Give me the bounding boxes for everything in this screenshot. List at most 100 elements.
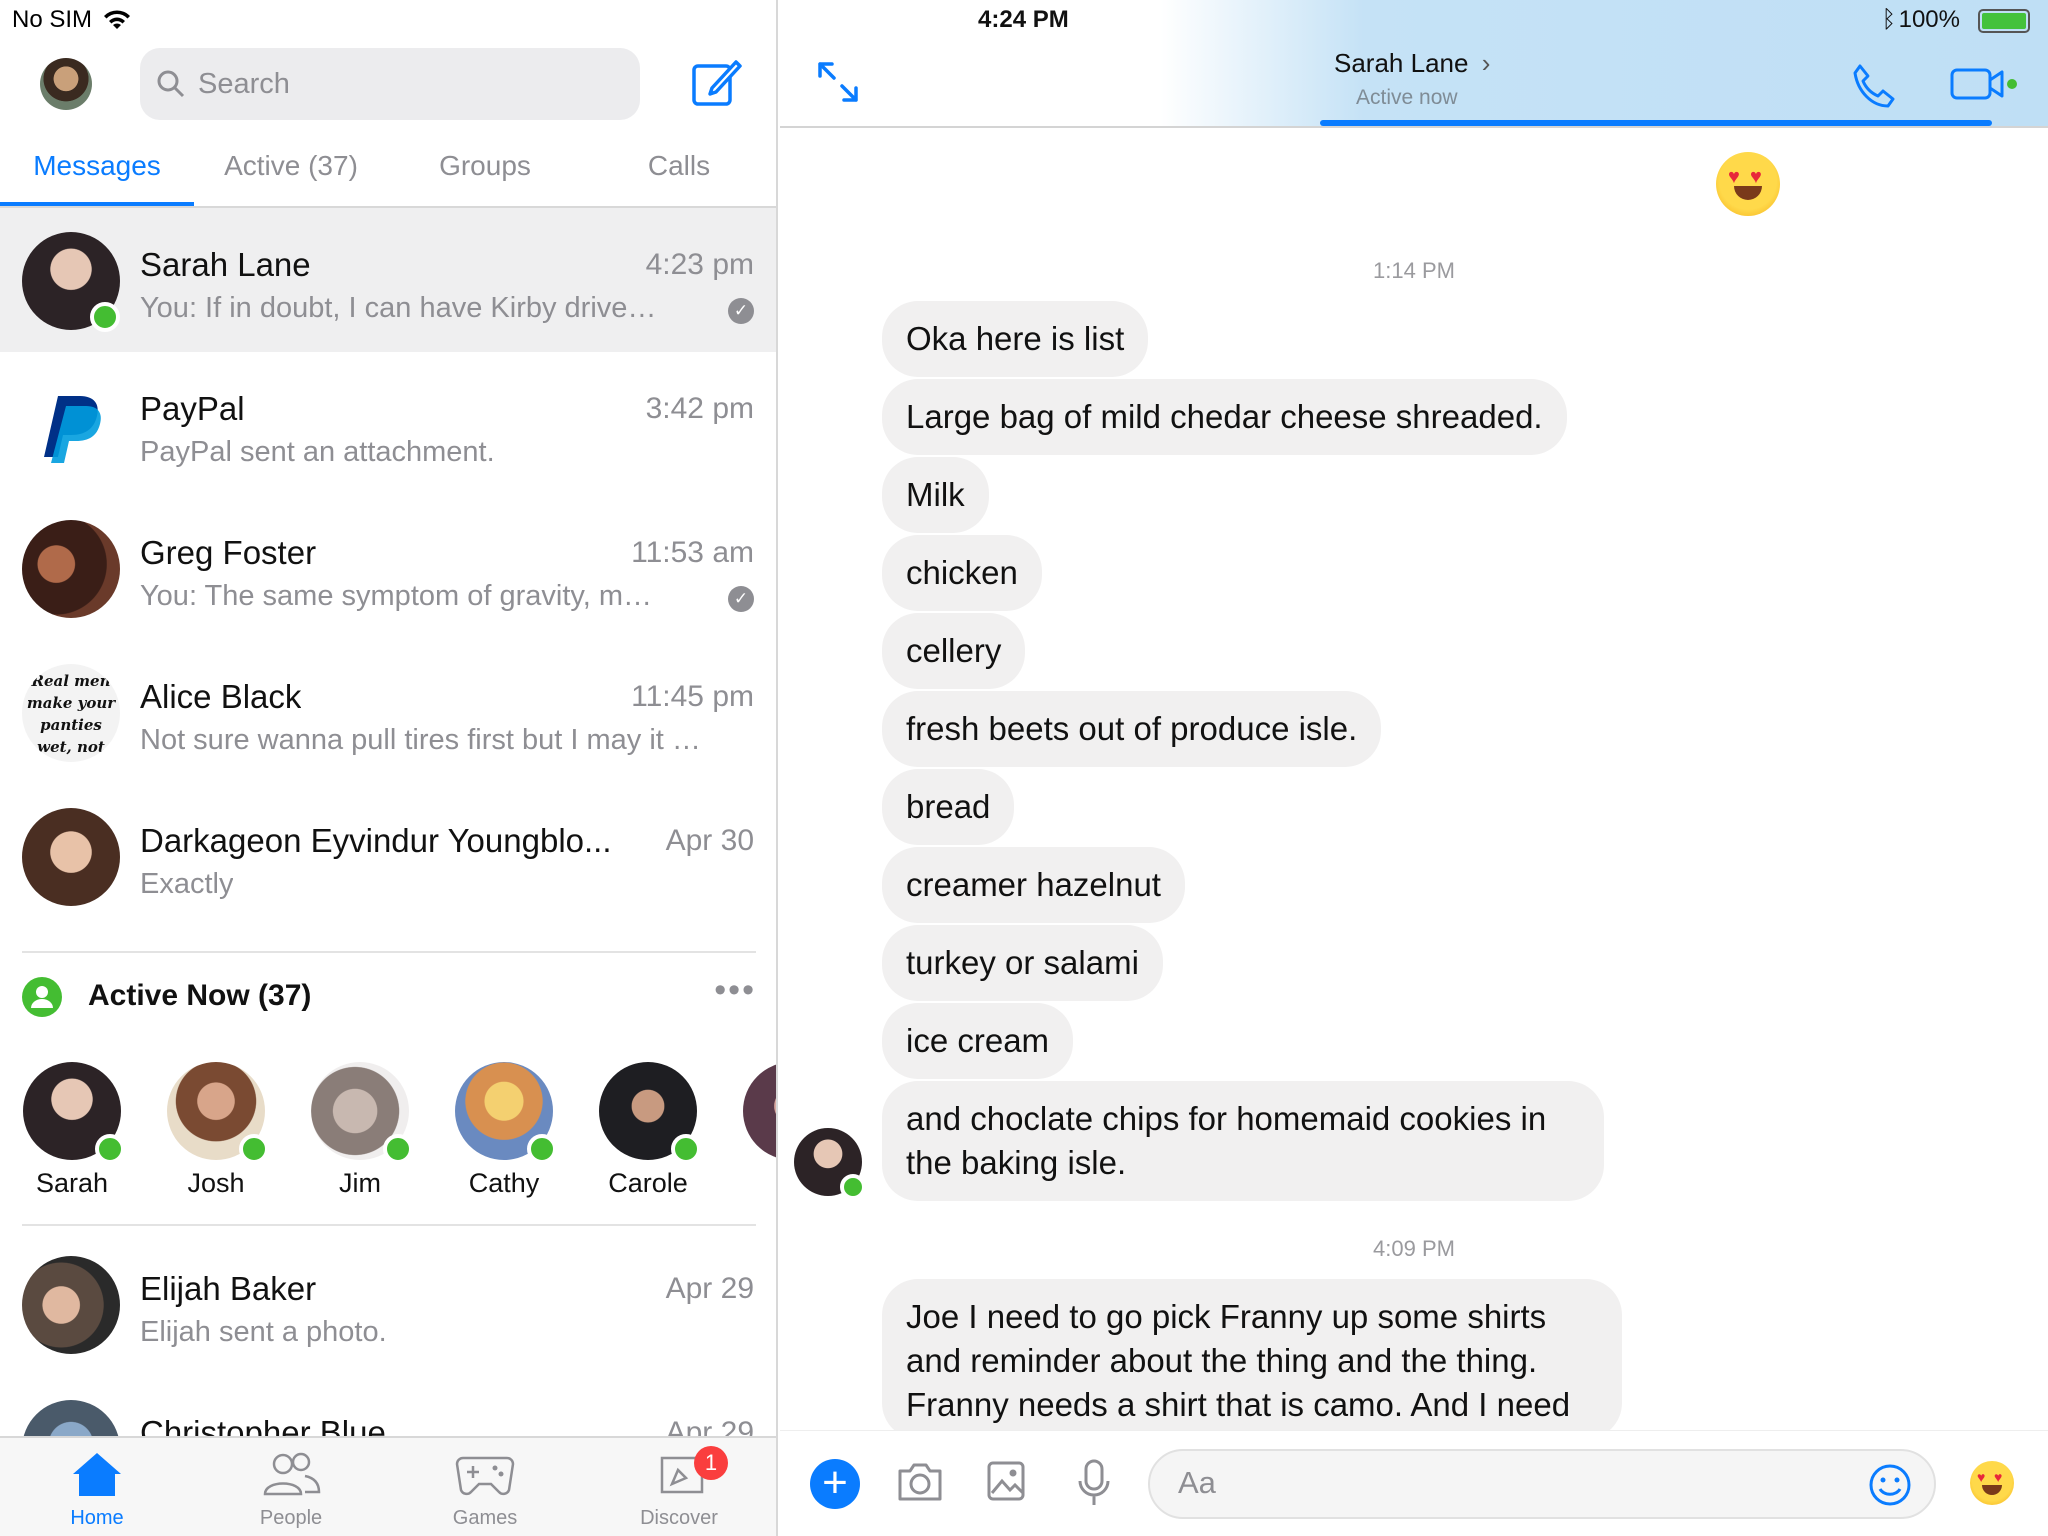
- chat-status: Active now: [1356, 86, 1458, 109]
- heart-eyes-emoji-icon: ♥ ♥: [1716, 152, 1780, 216]
- message-bubble[interactable]: cellery: [882, 613, 1026, 689]
- status-bar-left: No SIM: [12, 6, 132, 34]
- people-icon: [263, 1452, 321, 1496]
- bottom-tab-bar: Home People Games 1 Discover: [0, 1436, 776, 1536]
- conversation-time: 4:23 pm: [645, 248, 754, 281]
- tabbar-discover[interactable]: 1 Discover: [582, 1438, 776, 1536]
- message-bubble[interactable]: Oka here is list: [882, 301, 1149, 377]
- tab-groups[interactable]: Groups: [388, 140, 582, 206]
- message-bubble[interactable]: ice cream: [882, 1003, 1074, 1079]
- message-bubble[interactable]: bread: [882, 769, 1015, 845]
- tab-calls[interactable]: Calls: [582, 140, 776, 206]
- conversation-preview: You: The same symptom of gravity, ma...: [140, 580, 660, 612]
- message-bubble[interactable]: Milk: [882, 457, 989, 533]
- conversation-name: Sarah Lane: [140, 246, 311, 283]
- active-people-row: Sarah Josh Jim Cathy Carole J: [0, 1062, 776, 1212]
- tab-active[interactable]: Active (37): [194, 140, 388, 206]
- conversation-preview: Not sure wanna pull tires first but I ma…: [140, 724, 710, 756]
- paypal-logo-icon: [22, 376, 120, 474]
- message-bubble[interactable]: Large bag of mild chedar cheese shreaded…: [882, 379, 1567, 455]
- conversation-preview: Elijah sent a photo.: [140, 1316, 387, 1348]
- profile-avatar[interactable]: [40, 58, 92, 110]
- conversation-row[interactable]: PayPal 3:42 pm PayPal sent an attachment…: [0, 352, 776, 496]
- tabbar-label: Discover: [640, 1507, 718, 1529]
- message-bubble[interactable]: turkey or salami: [882, 925, 1163, 1001]
- chat-pane: 4:24 PM ᛒ 100% Sarah Lane › Active now ♥…: [780, 0, 2048, 1536]
- person-name: Josh: [187, 1168, 245, 1198]
- message-bubble[interactable]: creamer hazelnut: [882, 847, 1185, 923]
- active-person[interactable]: Carole: [576, 1062, 720, 1199]
- active-person-icon: [22, 977, 62, 1017]
- chat-header: 4:24 PM ᛒ 100% Sarah Lane › Active now: [780, 0, 2048, 128]
- tabbar-games[interactable]: Games: [388, 1438, 582, 1536]
- message-bubble[interactable]: fresh beets out of produce isle.: [882, 691, 1382, 767]
- conversation-row[interactable]: Elijah Baker Apr 29 Elijah sent a photo.: [0, 1232, 776, 1376]
- person-name: Carole: [608, 1168, 688, 1198]
- battery-percent: 100%: [1898, 6, 1960, 33]
- search-placeholder: Search: [198, 67, 290, 100]
- conversation-name: PayPal: [140, 390, 245, 427]
- person-name: Jim: [339, 1168, 381, 1198]
- tabbar-people[interactable]: People: [194, 1438, 388, 1536]
- emoji-picker-icon[interactable]: [1868, 1463, 1912, 1507]
- divider: [22, 951, 756, 953]
- conversation-time: 3:42 pm: [645, 392, 754, 425]
- conversation-time: 11:45 pm: [631, 680, 754, 713]
- message-composer: + Aa ♥ ♥: [780, 1430, 2048, 1536]
- active-person[interactable]: Jim: [288, 1062, 432, 1199]
- message-timestamp: 4:09 PM: [1373, 1236, 1455, 1261]
- send-emoji-icon[interactable]: ♥ ♥: [1970, 1461, 2014, 1505]
- divider: [22, 1224, 756, 1226]
- conversation-time: 11:53 am: [631, 536, 754, 569]
- conversation-preview: You: If in doubt, I can have Kirby drive…: [140, 292, 660, 324]
- message-timestamp: 1:14 PM: [1373, 258, 1455, 283]
- conversation-row[interactable]: Sarah Lane 4:23 pm You: If in doubt, I c…: [0, 208, 776, 352]
- avatar: [599, 1062, 701, 1164]
- conversation-time: Apr 29: [665, 1272, 754, 1305]
- chevron-right-icon: ›: [1481, 48, 1491, 78]
- avatar: [22, 808, 120, 906]
- read-check-icon: ✓: [728, 298, 754, 324]
- active-now-header: Active Now (37) •••: [22, 971, 756, 1019]
- avatar: [167, 1062, 269, 1164]
- header-accent-bar: [1320, 120, 1992, 126]
- notification-badge: 1: [694, 1446, 728, 1480]
- avatar: [22, 1256, 120, 1354]
- camera-icon[interactable]: [896, 1459, 944, 1503]
- online-indicator: [239, 1134, 269, 1164]
- conversation-row[interactable]: Greg Foster 11:53 am You: The same sympt…: [0, 496, 776, 640]
- tab-messages[interactable]: Messages: [0, 140, 194, 206]
- avatar: [23, 1062, 125, 1164]
- phone-icon[interactable]: [1850, 62, 1896, 108]
- active-person[interactable]: Cathy: [432, 1062, 576, 1199]
- message-bubble[interactable]: chicken: [882, 535, 1042, 611]
- message-bubble[interactable]: and choclate chips for homemaid cookies …: [882, 1081, 1604, 1201]
- active-person[interactable]: Josh: [144, 1062, 288, 1199]
- conversation-row[interactable]: Real men make your panties wet, not your…: [0, 640, 776, 784]
- person-name: Sarah: [35, 1168, 109, 1198]
- sender-avatar[interactable]: [794, 1128, 866, 1200]
- photo-icon[interactable]: [986, 1459, 1026, 1503]
- status-time: 4:24 PM: [978, 6, 1069, 33]
- tabbar-home[interactable]: Home: [0, 1438, 194, 1536]
- expand-icon[interactable]: [816, 60, 860, 104]
- online-indicator: [95, 1134, 125, 1164]
- active-person[interactable]: Sarah: [0, 1062, 144, 1199]
- active-person[interactable]: J: [720, 1062, 776, 1199]
- message-tabs: Messages Active (37) Groups Calls: [0, 140, 776, 208]
- gamepad-icon: [455, 1456, 515, 1496]
- video-call-icon[interactable]: [1950, 66, 2020, 102]
- message-input[interactable]: Aa: [1148, 1449, 1936, 1519]
- microphone-icon[interactable]: [1076, 1459, 1112, 1507]
- search-bar[interactable]: Search: [140, 48, 640, 120]
- avatar: [743, 1062, 776, 1160]
- active-now-title: Active Now (37): [88, 979, 312, 1012]
- more-icon[interactable]: •••: [714, 971, 756, 1010]
- plus-icon[interactable]: +: [810, 1459, 860, 1509]
- conversation-row[interactable]: Darkageon Eyvindur Youngblo... Apr 30 Ex…: [0, 784, 776, 928]
- avatar: [22, 520, 120, 618]
- message-bubble[interactable]: Joe I need to go pick Franny up some shi…: [882, 1279, 1622, 1439]
- chat-contact-name[interactable]: Sarah Lane ›: [1334, 48, 1490, 79]
- compose-icon[interactable]: [690, 56, 742, 108]
- conversation-name: Alice Black: [140, 678, 302, 715]
